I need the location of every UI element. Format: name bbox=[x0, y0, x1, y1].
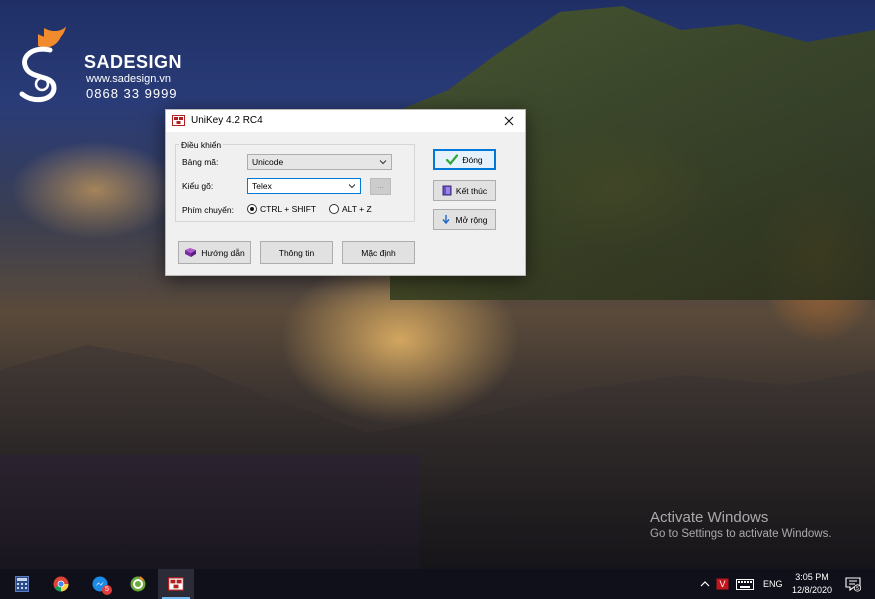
radio-unselected-icon bbox=[329, 204, 339, 214]
checkmark-icon bbox=[446, 154, 459, 165]
default-button[interactable]: Mặc định bbox=[342, 241, 415, 264]
help-label: Hướng dẫn bbox=[201, 247, 245, 258]
logo-name: SADESIGN bbox=[84, 52, 183, 72]
charset-label: Bảng mã: bbox=[182, 157, 219, 167]
exit-button[interactable]: Kết thúc bbox=[433, 180, 496, 201]
info-label: Thông tin bbox=[278, 247, 315, 258]
sadesign-logo-mark-icon bbox=[19, 26, 66, 103]
input-method-label: Kiểu gõ: bbox=[182, 181, 214, 191]
expand-button[interactable]: Mở rộng bbox=[433, 209, 496, 230]
input-method-select[interactable]: Telex bbox=[247, 178, 361, 194]
messenger-badge: 5 bbox=[102, 585, 112, 595]
book-icon bbox=[185, 248, 197, 257]
hotkey-option-ctrl-shift[interactable]: CTRL + SHIFT bbox=[247, 204, 316, 214]
window-title: UniKey 4.2 RC4 bbox=[191, 115, 263, 126]
sadesign-logo: SADESIGN www.sadesign.vn 0868 33 9999 bbox=[14, 24, 184, 106]
notification-icon: 5 bbox=[845, 577, 861, 592]
activate-windows-subtitle: Go to Settings to activate Windows. bbox=[650, 528, 832, 540]
tray-show-hidden[interactable] bbox=[700, 569, 710, 599]
expand-label: Mở rộng bbox=[455, 214, 488, 225]
tray-notifications[interactable]: 5 bbox=[845, 569, 861, 599]
taskbar-coccoc[interactable] bbox=[120, 569, 156, 599]
info-button[interactable]: Thông tin bbox=[260, 241, 333, 264]
unikey-window: UniKey 4.2 RC4 Điều khiển Bảng mã: Unico… bbox=[165, 109, 526, 276]
tray-unikey[interactable]: V bbox=[716, 569, 729, 599]
unikey-app-icon bbox=[168, 577, 184, 591]
hotkey-option-alt-z[interactable]: ALT + Z bbox=[329, 204, 372, 214]
close-icon bbox=[504, 116, 514, 126]
chevron-up-icon bbox=[700, 581, 710, 587]
calculator-icon bbox=[15, 576, 29, 592]
window-titlebar[interactable]: UniKey 4.2 RC4 bbox=[166, 110, 525, 132]
default-label: Mặc định bbox=[361, 247, 396, 258]
help-button[interactable]: Hướng dẫn bbox=[178, 241, 251, 264]
controls-group-label: Điều khiển bbox=[179, 140, 224, 150]
notification-count: 5 bbox=[856, 586, 859, 592]
tray-keyboard[interactable] bbox=[736, 569, 754, 599]
clock-time[interactable]: 3:05 PM bbox=[792, 572, 832, 582]
input-method-options-button[interactable]: ... bbox=[370, 178, 391, 195]
input-method-value: Telex bbox=[252, 181, 272, 191]
logo-phone: 0868 33 9999 bbox=[86, 86, 178, 101]
exit-door-icon bbox=[442, 185, 452, 196]
arrow-down-icon bbox=[442, 215, 451, 225]
charset-value: Unicode bbox=[252, 157, 284, 167]
close-dialog-button[interactable]: Đóng bbox=[433, 149, 496, 170]
hotkey-option-label: ALT + Z bbox=[342, 204, 372, 214]
charset-select[interactable]: Unicode bbox=[247, 154, 392, 170]
taskbar-messenger[interactable]: 5 bbox=[82, 569, 118, 599]
window-close-button[interactable] bbox=[497, 111, 521, 131]
taskbar-calculator[interactable] bbox=[4, 569, 40, 599]
tray-language[interactable]: ENG bbox=[763, 569, 783, 599]
background-water bbox=[0, 455, 420, 569]
hotkey-label: Phím chuyển: bbox=[182, 205, 234, 215]
logo-url: www.sadesign.vn bbox=[86, 73, 171, 85]
radio-selected-icon bbox=[247, 204, 257, 214]
taskbar: 5 V ENG 3:05 PM 12/8/2020 5 bbox=[0, 569, 875, 599]
hotkey-option-label: CTRL + SHIFT bbox=[260, 204, 317, 214]
keyboard-icon bbox=[736, 578, 754, 590]
chevron-down-icon bbox=[379, 160, 387, 165]
close-dialog-label: Đóng bbox=[462, 154, 483, 165]
chrome-icon bbox=[53, 576, 69, 592]
unikey-tray-icon: V bbox=[716, 578, 729, 590]
unikey-app-icon bbox=[172, 115, 185, 126]
exit-label: Kết thúc bbox=[455, 185, 488, 196]
clock-date[interactable]: 12/8/2020 bbox=[788, 585, 836, 595]
taskbar-unikey[interactable] bbox=[158, 569, 194, 599]
language-indicator: ENG bbox=[763, 579, 783, 589]
svg-text:V: V bbox=[719, 579, 725, 589]
chevron-down-icon bbox=[348, 184, 356, 189]
coccoc-icon bbox=[130, 576, 146, 592]
activate-windows-title: Activate Windows bbox=[650, 509, 769, 526]
taskbar-chrome[interactable] bbox=[43, 569, 79, 599]
